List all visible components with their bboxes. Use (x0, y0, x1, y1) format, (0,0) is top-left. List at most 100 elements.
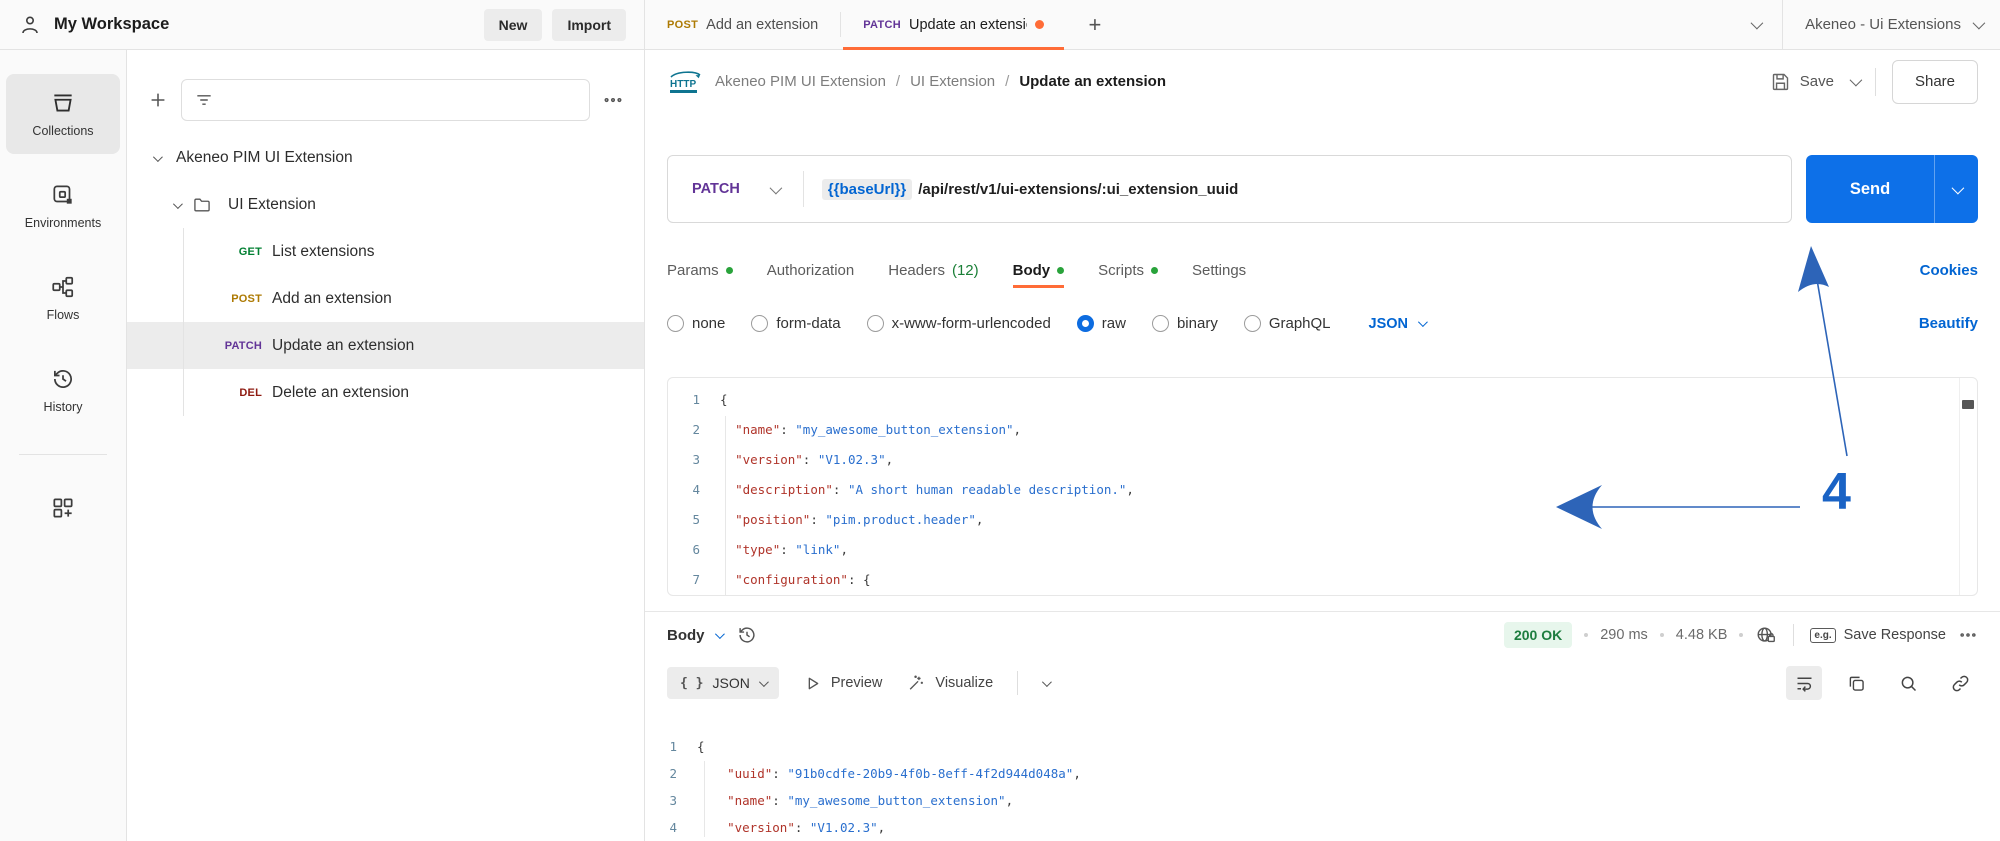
send-button[interactable]: Send (1806, 155, 1978, 223)
visualize-button[interactable]: Visualize (906, 673, 993, 693)
method-selector[interactable]: PATCH (668, 181, 803, 197)
method-value: PATCH (692, 181, 740, 197)
green-dot (1151, 267, 1158, 274)
tree-request-row-list-extensions[interactable]: GET List extensions (127, 228, 644, 275)
url-path: /api/rest/v1/ui-extensions/:ui_extension… (918, 181, 1238, 198)
chevron-down-icon[interactable] (1973, 20, 1982, 29)
request-name: Update an extension (272, 337, 414, 355)
sidebar-collapse-chevron-icon[interactable] (1751, 16, 1760, 34)
body-type-raw[interactable]: raw (1077, 315, 1126, 332)
save-options-chevron-icon[interactable] (1850, 77, 1859, 86)
tree-request-row-delete-an-extension[interactable]: DEL Delete an extension (127, 369, 644, 416)
save-label: Save (1800, 73, 1834, 90)
user-icon (18, 13, 42, 37)
method-badge: DEL (212, 387, 262, 399)
headers-count: (12) (952, 262, 979, 279)
chevron-down-icon (714, 629, 724, 639)
share-button[interactable]: Share (1892, 60, 1978, 104)
sidebar-item-flows[interactable]: Flows (6, 258, 120, 338)
divider (1793, 624, 1794, 646)
tab-update-an-extension[interactable]: PATCH Update an extension (841, 0, 1066, 49)
more-options-icon[interactable] (602, 89, 624, 111)
wrap-text-icon[interactable] (1786, 666, 1822, 700)
code-line: 1{ (668, 384, 1977, 414)
new-tab-button[interactable]: + (1080, 10, 1110, 40)
response-history-icon[interactable] (736, 624, 758, 646)
tree-folder-row[interactable]: UI Extension (127, 181, 644, 228)
environment-area: Akeneo - Ui Extensions (1733, 0, 2000, 49)
request-name: Delete an extension (272, 384, 409, 402)
request-name: Add an extension (272, 290, 392, 308)
tab-method-badge: POST (667, 19, 698, 31)
response-body-code: 1{2 "uuid": "91b0cdfe-20b9-4f0b-8eff-4f2… (645, 733, 2000, 841)
tab-params[interactable]: Params (667, 245, 733, 296)
rail-label: Collections (32, 124, 93, 138)
radio-icon (867, 315, 884, 332)
tab-label: Update an extension (909, 17, 1027, 33)
breadcrumb: HTTP Akeneo PIM UI Extension / UI Extens… (645, 50, 2000, 113)
copy-icon[interactable] (1838, 666, 1874, 700)
collections-icon (50, 90, 76, 116)
request-body-editor[interactable]: 1{2 "name": "my_awesome_button_extension… (667, 377, 1978, 596)
body-type-binary[interactable]: binary (1152, 315, 1218, 332)
response-header: Body 200 OK 290 ms 4.48 KB e.g. Save (645, 612, 2000, 657)
response-body-viewer[interactable]: 1{2 "uuid": "91b0cdfe-20b9-4f0b-8eff-4f2… (645, 709, 2000, 841)
environment-selector[interactable]: Akeneo - Ui Extensions (1805, 16, 1961, 33)
body-type-form-data[interactable]: form-data (751, 315, 840, 332)
send-options-chevron-icon[interactable] (1934, 155, 1978, 223)
divider (1017, 671, 1018, 695)
svg-text:HTTP: HTTP (670, 79, 696, 90)
body-type-none[interactable]: none (667, 315, 725, 332)
collection-search-input[interactable] (222, 92, 577, 108)
response-view-chevron-icon[interactable] (1042, 680, 1049, 687)
breadcrumb-folder[interactable]: UI Extension (910, 73, 995, 90)
tab-body[interactable]: Body (1013, 245, 1065, 296)
folder-name: UI Extension (228, 196, 316, 214)
url-input[interactable]: {{baseUrl}} /api/rest/v1/ui-extensions/:… (822, 179, 1238, 200)
sidebar-item-collections[interactable]: Collections (6, 74, 120, 154)
tab-settings[interactable]: Settings (1192, 245, 1246, 296)
scrollbar-track (1959, 378, 1960, 595)
response-body-selector[interactable]: Body (667, 627, 722, 644)
preview-button[interactable]: Preview (803, 674, 883, 693)
method-badge: GET (212, 246, 262, 258)
save-button[interactable]: Save (1770, 71, 1834, 92)
body-type-graphql[interactable]: GraphQL (1244, 315, 1331, 332)
save-response-button[interactable]: e.g. Save Response (1810, 627, 1946, 643)
sidebar-item-history[interactable]: History (6, 350, 120, 430)
tab-authorization[interactable]: Authorization (767, 245, 855, 296)
body-type-x-www-form-urlencoded[interactable]: x-www-form-urlencoded (867, 315, 1051, 332)
collections-pane: Akeneo PIM UI Extension UI Extension GET… (127, 50, 645, 841)
body-format-selector[interactable]: JSON (1369, 316, 1426, 332)
network-info-icon[interactable] (1755, 624, 1777, 646)
tree-request-row-update-an-extension[interactable]: PATCH Update an extension (127, 322, 644, 369)
collection-search-box[interactable] (181, 79, 590, 121)
folder-icon (192, 195, 212, 215)
add-collection-icon[interactable] (147, 89, 169, 111)
import-button[interactable]: Import (552, 9, 626, 41)
search-icon[interactable] (1890, 666, 1926, 700)
rail-label: Flows (47, 308, 80, 322)
preview-icon (803, 674, 822, 693)
tab-headers[interactable]: Headers(12) (888, 245, 978, 296)
response-format-selector[interactable]: { } JSON (667, 667, 779, 699)
radio-icon (1244, 315, 1261, 332)
divider (1875, 68, 1876, 96)
tab-add-an-extension[interactable]: POST Add an extension (645, 0, 840, 49)
chevron-down-icon[interactable] (153, 149, 160, 167)
new-button[interactable]: New (484, 9, 543, 41)
tab-scripts[interactable]: Scripts (1098, 245, 1158, 296)
breadcrumb-collection[interactable]: Akeneo PIM UI Extension (715, 73, 886, 90)
sidebar-item-environments[interactable]: Environments (6, 166, 120, 246)
configure-sidebar-icon[interactable] (50, 495, 76, 521)
response-more-options-icon[interactable] (1958, 625, 1978, 645)
cookies-link[interactable]: Cookies (1920, 262, 1978, 279)
tree-collection-row[interactable]: Akeneo PIM UI Extension (127, 134, 644, 181)
code-line: 4 "version": "V1.02.3", (645, 814, 2000, 841)
chevron-down-icon[interactable] (173, 196, 180, 214)
tree-request-row-add-an-extension[interactable]: POST Add an extension (127, 275, 644, 322)
collection-name: Akeneo PIM UI Extension (176, 149, 353, 167)
beautify-link[interactable]: Beautify (1919, 315, 1978, 332)
scrollbar-thumb[interactable] (1962, 400, 1974, 409)
link-icon[interactable] (1942, 666, 1978, 700)
